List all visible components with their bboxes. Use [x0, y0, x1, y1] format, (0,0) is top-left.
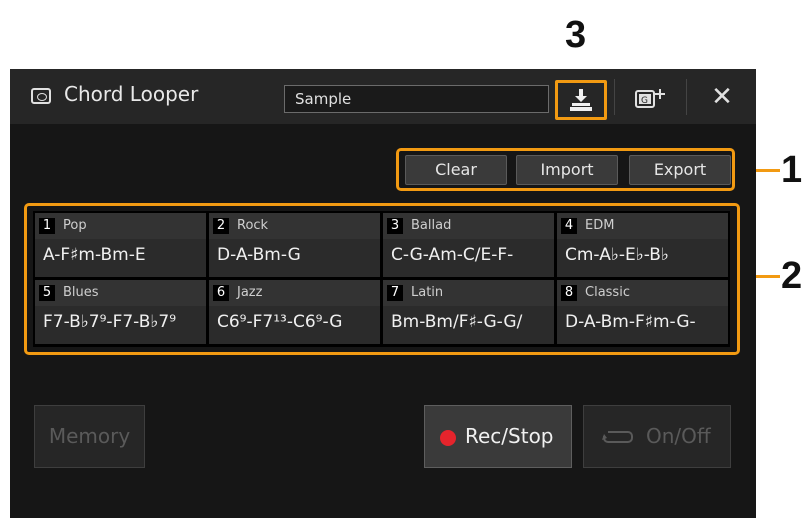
clear-button[interactable]: Clear: [405, 155, 507, 185]
title-bar: Chord Looper Sample G ✕: [10, 69, 756, 124]
chord-looper-screen: Chord Looper Sample G ✕ Clear Import Exp…: [10, 69, 756, 518]
chord-slot[interactable]: 7 Latin Bm-Bm/F♯-G-G/: [383, 280, 554, 344]
slot-number: 8: [561, 285, 577, 301]
separator: [614, 79, 615, 115]
close-button[interactable]: ✕: [700, 79, 744, 115]
svg-text:G: G: [641, 96, 648, 106]
loop-on-off-button[interactable]: On/Off: [583, 405, 731, 468]
memory-button[interactable]: Memory: [34, 405, 145, 468]
slot-name: Latin: [411, 285, 444, 300]
slot-name: Blues: [63, 285, 99, 300]
callout-2: 2: [781, 255, 803, 297]
slot-chords: D-A-Bm-F♯m-G-: [565, 312, 696, 332]
save-icon: [570, 89, 592, 111]
close-icon: ✕: [711, 82, 733, 112]
slot-number: 5: [39, 285, 55, 301]
slot-number: 4: [561, 218, 577, 234]
import-button[interactable]: Import: [516, 155, 618, 185]
add-to-registration-button[interactable]: G: [625, 81, 675, 117]
add-chord-icon: G: [635, 89, 665, 108]
slot-number: 1: [39, 218, 55, 234]
chord-looper-icon: [31, 88, 51, 104]
window-title: Chord Looper: [64, 82, 199, 106]
slot-number: 2: [213, 218, 229, 234]
slot-chords: Cm-A♭-E♭-B♭: [565, 245, 669, 265]
slot-chords: A-F♯m-Bm-E: [43, 245, 146, 265]
slot-number: 7: [387, 285, 403, 301]
chord-slot[interactable]: 8 Classic D-A-Bm-F♯m-G-: [557, 280, 728, 344]
export-button[interactable]: Export: [629, 155, 731, 185]
chord-slot[interactable]: 2 Rock D-A-Bm-G: [209, 213, 380, 277]
slot-number: 6: [213, 285, 229, 301]
slot-chords: Bm-Bm/F♯-G-G/: [391, 312, 523, 332]
data-name-field[interactable]: Sample: [284, 85, 549, 113]
slot-chords: C-G-Am-C/E-F-: [391, 245, 514, 265]
slot-name: Classic: [585, 285, 630, 300]
slot-number: 3: [387, 218, 403, 234]
separator: [686, 79, 687, 115]
chord-slot[interactable]: 5 Blues F7-B♭7⁹-F7-B♭7⁹: [35, 280, 206, 344]
slot-chords: D-A-Bm-G: [217, 245, 301, 265]
chord-slot[interactable]: 3 Ballad C-G-Am-C/E-F-: [383, 213, 554, 277]
record-icon: [440, 430, 456, 446]
slot-name: Pop: [63, 218, 87, 233]
slot-chords: F7-B♭7⁹-F7-B♭7⁹: [43, 312, 177, 332]
callout-1: 1: [781, 149, 803, 191]
chord-slot[interactable]: 4 EDM Cm-A♭-E♭-B♭: [557, 213, 728, 277]
slot-name: Rock: [237, 218, 269, 233]
chord-sequence-grid: 1 Pop A-F♯m-Bm-E 2 Rock D-A-Bm-G 3 Balla…: [33, 211, 730, 347]
callout-3: 3: [565, 14, 587, 56]
chord-slot[interactable]: 1 Pop A-F♯m-Bm-E: [35, 213, 206, 277]
rec-stop-label: Rec/Stop: [465, 424, 554, 448]
save-button[interactable]: [555, 80, 607, 120]
slot-name: Ballad: [411, 218, 452, 233]
slot-chords: C6⁹-F7¹³-C6⁹-G: [217, 312, 343, 332]
slot-name: EDM: [585, 218, 615, 233]
rec-stop-button[interactable]: Rec/Stop: [424, 405, 572, 468]
chord-slot[interactable]: 6 Jazz C6⁹-F7¹³-C6⁹-G: [209, 280, 380, 344]
loop-icon: [602, 431, 633, 443]
on-off-label: On/Off: [646, 424, 711, 448]
slot-name: Jazz: [237, 285, 263, 300]
